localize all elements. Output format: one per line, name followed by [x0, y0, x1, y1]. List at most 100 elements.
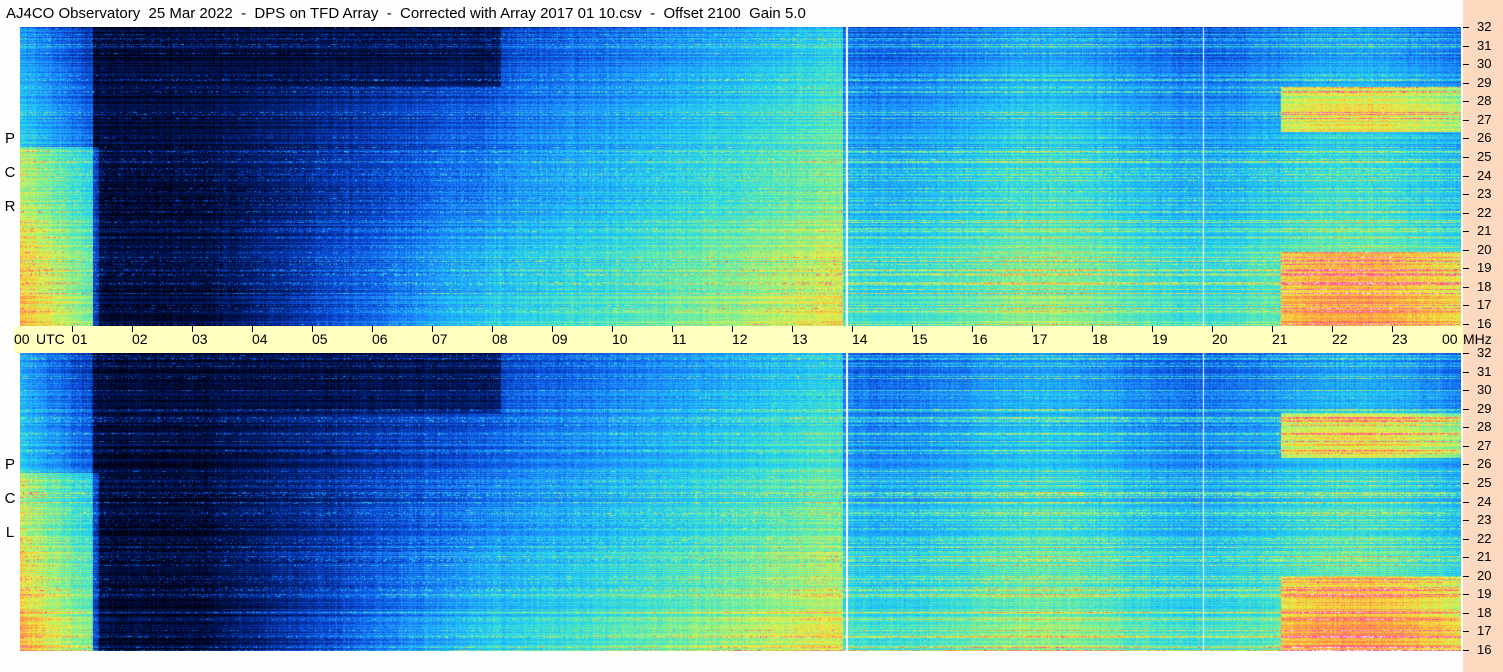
lcp-letter-c: C — [4, 490, 16, 507]
rcp-freq-tick — [1463, 250, 1469, 251]
lcp-freq-tick — [1463, 353, 1469, 354]
time-tick — [1212, 326, 1213, 332]
rcp-freq-label-28: 28 — [1477, 93, 1492, 109]
lcp-letter-l: L — [5, 524, 15, 541]
time-label-07: 07 — [432, 331, 448, 347]
rcp-freq-label-19: 19 — [1477, 260, 1492, 276]
time-label-23: 23 — [1392, 331, 1408, 347]
rcp-freq-label-18: 18 — [1477, 278, 1492, 294]
time-tick — [912, 326, 913, 332]
lcp-freq-label-28: 28 — [1477, 419, 1492, 435]
lcp-freq-label-24: 24 — [1477, 493, 1492, 509]
lcp-freq-label-23: 23 — [1477, 512, 1492, 528]
lcp-freq-tick — [1463, 594, 1469, 595]
lcp-freq-tick — [1463, 631, 1469, 632]
time-label-21: 21 — [1272, 331, 1288, 347]
rcp-freq-tick — [1463, 64, 1469, 65]
rcp-freq-label-24: 24 — [1477, 167, 1492, 183]
lcp-freq-tick — [1463, 539, 1469, 540]
time-label-05: 05 — [312, 331, 328, 347]
time-tick — [432, 326, 433, 332]
lcp-freq-label-29: 29 — [1477, 400, 1492, 416]
rcp-freq-tick — [1463, 157, 1469, 158]
time-tick — [792, 326, 793, 332]
lcp-freq-tick — [1463, 409, 1469, 410]
lcp-freq-label-27: 27 — [1477, 437, 1492, 453]
lcp-freq-tick — [1463, 427, 1469, 428]
lcp-freq-label-31: 31 — [1477, 363, 1492, 379]
time-label-12: 12 — [732, 331, 748, 347]
time-tick — [72, 326, 73, 332]
rcp-freq-tick — [1463, 46, 1469, 47]
time-label-start: 00 — [14, 331, 30, 347]
time-tick — [1032, 326, 1033, 332]
lcp-freq-label-32: 32 — [1477, 345, 1492, 360]
time-tick — [672, 326, 673, 332]
rcp-freq-label-31: 31 — [1477, 37, 1492, 53]
lcp-freq-tick — [1463, 390, 1469, 391]
lcp-freq-tick — [1463, 557, 1469, 558]
lcp-freq-label-26: 26 — [1477, 456, 1492, 472]
rcp-freq-tick — [1463, 120, 1469, 121]
lcp-freq-tick — [1463, 520, 1469, 521]
time-label-02: 02 — [132, 331, 148, 347]
lcp-label: P C L — [0, 456, 20, 546]
time-label-08: 08 — [492, 331, 508, 347]
rcp-freq-label-30: 30 — [1477, 56, 1492, 72]
lcp-freq-label-21: 21 — [1477, 549, 1492, 565]
lcp-freq-tick — [1463, 464, 1469, 465]
rcp-freq-tick — [1463, 287, 1469, 288]
time-label-14: 14 — [852, 331, 868, 347]
time-label-15: 15 — [912, 331, 928, 347]
time-tick — [1272, 326, 1273, 332]
lcp-freq-tick — [1463, 650, 1469, 651]
time-label-10: 10 — [612, 331, 628, 347]
time-label-09: 09 — [552, 331, 568, 347]
rcp-freq-label-27: 27 — [1477, 111, 1492, 127]
time-tick — [1392, 326, 1393, 332]
time-tick — [372, 326, 373, 332]
time-label-01: 01 — [72, 331, 88, 347]
time-label-22: 22 — [1332, 331, 1348, 347]
lcp-freq-label-30: 30 — [1477, 382, 1492, 398]
time-label-19: 19 — [1152, 331, 1168, 347]
time-tick — [1152, 326, 1153, 332]
lcp-freq-tick — [1463, 613, 1469, 614]
rcp-freq-tick — [1463, 101, 1469, 102]
time-tick — [312, 326, 313, 332]
time-label-18: 18 — [1092, 331, 1108, 347]
rcp-freq-label-22: 22 — [1477, 204, 1492, 220]
time-label-20: 20 — [1212, 331, 1228, 347]
chart-title: AJ4CO Observatory 25 Mar 2022 - DPS on T… — [6, 5, 806, 22]
rcp-freq-label-20: 20 — [1477, 241, 1492, 257]
time-axis: 00 UTC 00 01 02 03 04 05 06 07 08 09 10 11 12 13 14 15… — [14, 326, 1463, 353]
time-tick — [852, 326, 853, 332]
rcp-freq-label-17: 17 — [1477, 297, 1492, 313]
rcp-freq-label-25: 25 — [1477, 148, 1492, 164]
rcp-letter-r: R — [4, 198, 16, 215]
lcp-freq-label-19: 19 — [1477, 586, 1492, 602]
rcp-freq-label-16: 16 — [1477, 316, 1492, 331]
rcp-letter-c: C — [4, 164, 16, 181]
time-unit-label: UTC — [36, 331, 65, 347]
lcp-spectrogram — [20, 353, 1461, 651]
rcp-freq-label-21: 21 — [1477, 223, 1492, 239]
rcp-freq-tick — [1463, 305, 1469, 306]
rcp-freq-tick — [1463, 268, 1469, 269]
lcp-freq-label-17: 17 — [1477, 623, 1492, 639]
time-tick — [612, 326, 613, 332]
lcp-freq-label-25: 25 — [1477, 474, 1492, 490]
rcp-freq-label-23: 23 — [1477, 186, 1492, 202]
rcp-freq-tick — [1463, 27, 1469, 28]
time-label-end: 00 — [1442, 331, 1458, 347]
rcp-freq-tick — [1463, 324, 1469, 325]
lcp-freq-label-20: 20 — [1477, 567, 1492, 583]
rcp-freq-tick — [1463, 176, 1469, 177]
time-tick — [492, 326, 493, 332]
lcp-freq-tick — [1463, 502, 1469, 503]
time-label-16: 16 — [972, 331, 988, 347]
time-label-04: 04 — [252, 331, 268, 347]
time-label-06: 06 — [372, 331, 388, 347]
rcp-freq-tick — [1463, 138, 1469, 139]
time-tick — [252, 326, 253, 332]
